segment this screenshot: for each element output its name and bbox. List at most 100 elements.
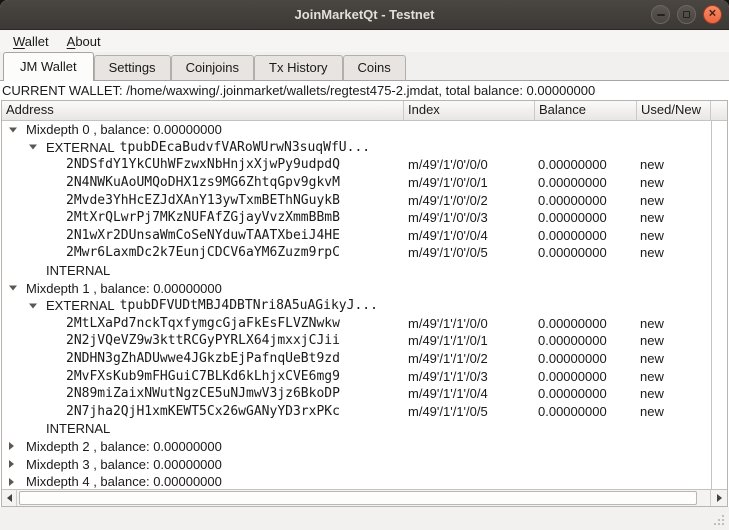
address-label: 2NDSfdY1YkCUhWFzwxNbHnjxXjwPy9udpdQ xyxy=(66,157,340,172)
balance-cell: 0.00000000 xyxy=(535,210,637,225)
tree-row-mixdepth[interactable]: Mixdepth 3 , balance: 0.00000000 xyxy=(2,455,711,473)
tabbar: JM Wallet Settings Coinjoins Tx History … xyxy=(0,52,729,81)
address-cell: 2NDSfdY1YkCUhWFzwxNbHnjxXjwPy9udpdQ xyxy=(2,156,404,174)
tree-row-mixdepth[interactable]: Mixdepth 2 , balance: 0.00000000 xyxy=(2,438,711,456)
scrollbar-handle[interactable] xyxy=(19,491,697,505)
tree-rows: Mixdepth 0 , balance: 0.00000000 EXTERNA… xyxy=(2,121,711,489)
minimize-button[interactable] xyxy=(651,5,670,24)
header-address[interactable]: Address xyxy=(2,101,404,120)
tree-row-mixdepth[interactable]: Mixdepth 0 , balance: 0.00000000 xyxy=(2,121,711,139)
expander-icon[interactable] xyxy=(9,478,14,486)
used-new-cell: new xyxy=(637,404,711,419)
tree-row-address[interactable]: 2Mvde3YhHcEZJdXAnY13ywTxmBEThNGuykB m/49… xyxy=(2,191,711,209)
tree-row-branch[interactable]: EXTERNAL tpubDEcaBudvfVARoWUrwN3suqWfU..… xyxy=(2,139,711,157)
expander-icon[interactable] xyxy=(9,460,14,468)
tree-row-address[interactable]: 2N7jha2QjH1xmKEWT5Cx26wGANyYD3rxPKc m/49… xyxy=(2,403,711,421)
address-label: 2N4NWKuAoUMQoDHX1zs9MG6ZhtqGpv9gkvM xyxy=(66,175,340,190)
used-new-cell: new xyxy=(637,175,711,190)
address-label: 2N7jha2QjH1xmKEWT5Cx26wGANyYD3rxPKc xyxy=(66,404,340,419)
index-cell: m/49'/1'/1'/0/5 xyxy=(404,404,535,419)
index-cell: m/49'/1'/0'/0/2 xyxy=(404,193,535,208)
address-label: EXTERNAL xyxy=(46,140,115,155)
balance-cell: 0.00000000 xyxy=(535,351,637,366)
address-cell: 2MvFXsKub9mFHGuiC7BLKd6kLhjxCVE6mg9 xyxy=(2,367,404,385)
tree-row-branch[interactable]: EXTERNAL tpubDFVUDtMBJ4DBTNri8A5uAGikyJ.… xyxy=(2,297,711,315)
vertical-scrollbar-gutter xyxy=(711,121,727,489)
tree-row-address[interactable]: 2N2jVQeVZ9w3kttRCGyPYRLX64jmxxjCJii m/49… xyxy=(2,332,711,350)
index-cell: m/49'/1'/1'/0/3 xyxy=(404,369,535,384)
used-new-cell: new xyxy=(637,228,711,243)
address-label: Mixdepth 2 , balance: 0.00000000 xyxy=(26,439,222,454)
address-cell: Mixdepth 2 , balance: 0.00000000 xyxy=(2,438,404,456)
expander-icon[interactable] xyxy=(29,145,37,150)
tree-row-address[interactable]: 2NDSfdY1YkCUhWFzwxNbHnjxXjwPy9udpdQ m/49… xyxy=(2,156,711,174)
scroll-left-button[interactable] xyxy=(2,490,17,506)
address-label: Mixdepth 1 , balance: 0.00000000 xyxy=(26,281,222,296)
expander-icon[interactable] xyxy=(29,303,37,308)
tab-coins[interactable]: Coins xyxy=(343,55,406,80)
tree-row-branch[interactable]: INTERNAL xyxy=(2,262,711,280)
horizontal-scrollbar[interactable] xyxy=(2,489,727,506)
header-balance[interactable]: Balance xyxy=(535,101,637,120)
address-cell: 2MtLXaPd7nckTqxfymgcGjaFkEsFLVZNwkw xyxy=(2,315,404,333)
address-label: Mixdepth 0 , balance: 0.00000000 xyxy=(26,122,222,137)
balance-cell: 0.00000000 xyxy=(535,193,637,208)
maximize-button[interactable] xyxy=(677,5,696,24)
expander-icon[interactable] xyxy=(9,286,17,291)
address-cell: 2N89miZaixNWutNgzCE5uNJmwV3jz6BkoDP xyxy=(2,385,404,403)
tree-row-address[interactable]: 2N1wXr2DUnsaWmCoSeNYduwTAATXbeiJ4HE m/49… xyxy=(2,227,711,245)
maximize-icon xyxy=(683,11,690,18)
tab-jm-wallet[interactable]: JM Wallet xyxy=(3,52,94,81)
address-cell: Mixdepth 4 , balance: 0.00000000 xyxy=(2,473,404,489)
tree-row-address[interactable]: 2NDHN3gZhADUwwe4JGkzbEjPafnqUeBt9zd m/49… xyxy=(2,350,711,368)
titlebar[interactable]: JoinMarketQt - Testnet ✕ xyxy=(0,0,729,30)
tree-row-branch[interactable]: INTERNAL xyxy=(2,420,711,438)
resize-grip[interactable] xyxy=(713,514,725,526)
tab-tx-history[interactable]: Tx History xyxy=(254,55,343,80)
address-label: Mixdepth 3 , balance: 0.00000000 xyxy=(26,457,222,472)
wallet-tree: Address Index Balance Used/New Mixdepth … xyxy=(1,100,728,507)
current-wallet-banner: CURRENT WALLET: /home/waxwing/.joinmarke… xyxy=(0,81,729,100)
tree-row-address[interactable]: 2N89miZaixNWutNgzCE5uNJmwV3jz6BkoDP m/49… xyxy=(2,385,711,403)
index-cell: m/49'/1'/1'/0/2 xyxy=(404,351,535,366)
used-new-cell: new xyxy=(637,157,711,172)
address-cell: Mixdepth 0 , balance: 0.00000000 xyxy=(2,121,404,139)
balance-cell: 0.00000000 xyxy=(535,316,637,331)
scroll-right-button[interactable] xyxy=(710,490,727,506)
tree-row-address[interactable]: 2MtLXaPd7nckTqxfymgcGjaFkEsFLVZNwkw m/49… xyxy=(2,315,711,333)
tree-row-address[interactable]: 2N4NWKuAoUMQoDHX1zs9MG6ZhtqGpv9gkvM m/49… xyxy=(2,174,711,192)
tree-row-address[interactable]: 2MtXrQLwrPj7MKzNUFAfZGjayVvzXmmBBmB m/49… xyxy=(2,209,711,227)
used-new-cell: new xyxy=(637,369,711,384)
balance-cell: 0.00000000 xyxy=(535,175,637,190)
header-index[interactable]: Index xyxy=(404,101,535,120)
tree-row-mixdepth[interactable]: Mixdepth 1 , balance: 0.00000000 xyxy=(2,279,711,297)
menubar: Wallet About xyxy=(0,30,729,52)
close-icon: ✕ xyxy=(708,9,716,19)
address-cell: 2Mwr6LaxmDc2k7EunjCDCV6aYM6Zuzm9rpC xyxy=(2,244,404,262)
address-cell: 2N7jha2QjH1xmKEWT5Cx26wGANyYD3rxPKc xyxy=(2,403,404,421)
address-label: 2N89miZaixNWutNgzCE5uNJmwV3jz6BkoDP xyxy=(66,386,340,401)
expander-icon[interactable] xyxy=(9,127,17,132)
menu-item-about[interactable]: About xyxy=(58,32,110,51)
balance-cell: 0.00000000 xyxy=(535,157,637,172)
address-label: 2Mvde3YhHcEZJdXAnY13ywTxmBEThNGuykB xyxy=(66,193,340,208)
app-window: JoinMarketQt - Testnet ✕ Wallet About JM… xyxy=(0,0,729,530)
address-cell: INTERNAL xyxy=(2,420,404,438)
address-label: 2MvFXsKub9mFHGuiC7BLKd6kLhjxCVE6mg9 xyxy=(66,369,340,384)
index-cell: m/49'/1'/1'/0/0 xyxy=(404,316,535,331)
index-cell: m/49'/1'/0'/0/0 xyxy=(404,157,535,172)
tree-row-mixdepth[interactable]: Mixdepth 4 , balance: 0.00000000 xyxy=(2,473,711,489)
address-cell: INTERNAL xyxy=(2,262,404,280)
tree-row-address[interactable]: 2MvFXsKub9mFHGuiC7BLKd6kLhjxCVE6mg9 m/49… xyxy=(2,367,711,385)
header-used-new[interactable]: Used/New xyxy=(637,101,711,120)
tab-settings[interactable]: Settings xyxy=(94,55,171,80)
expander-icon[interactable] xyxy=(9,442,14,450)
used-new-cell: new xyxy=(637,351,711,366)
tree-body: Mixdepth 0 , balance: 0.00000000 EXTERNA… xyxy=(2,121,727,489)
index-cell: m/49'/1'/1'/0/4 xyxy=(404,386,535,401)
close-button[interactable]: ✕ xyxy=(703,5,722,24)
tab-coinjoins[interactable]: Coinjoins xyxy=(171,55,254,80)
balance-cell: 0.00000000 xyxy=(535,404,637,419)
tree-row-address[interactable]: 2Mwr6LaxmDc2k7EunjCDCV6aYM6Zuzm9rpC m/49… xyxy=(2,244,711,262)
menu-item-wallet[interactable]: Wallet xyxy=(4,32,58,51)
